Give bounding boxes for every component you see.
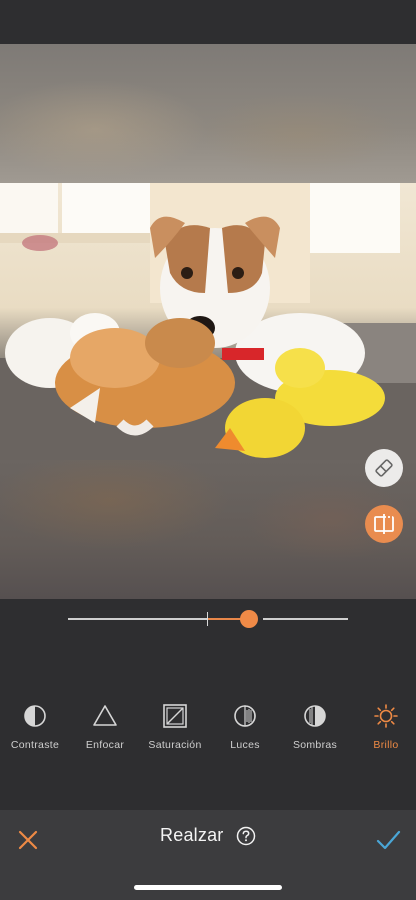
- bottom-action-bar: Realzar: [0, 810, 416, 900]
- eraser-icon: [375, 459, 393, 477]
- contrast-icon: [24, 705, 46, 727]
- adjustment-toolbar: Contraste Enfocar Saturación Luces Sombr…: [0, 700, 416, 751]
- dog-photo-illustration: [0, 183, 416, 460]
- title-group: Realzar: [0, 825, 416, 846]
- page-title: Realzar: [160, 825, 224, 845]
- tool-brillo[interactable]: Brillo: [351, 700, 416, 751]
- tool-saturacion[interactable]: Saturación: [140, 700, 210, 751]
- check-icon[interactable]: [374, 826, 402, 854]
- help-icon[interactable]: [236, 826, 256, 846]
- status-bar: [0, 0, 416, 44]
- blurred-background-top: [0, 44, 416, 183]
- tool-label: Brillo: [373, 739, 399, 751]
- tool-label: Enfocar: [85, 739, 125, 751]
- tool-sombras[interactable]: Sombras: [280, 700, 350, 751]
- eraser-button[interactable]: [365, 449, 403, 487]
- slider-thumb[interactable]: [240, 610, 258, 628]
- triangle-icon: [93, 705, 117, 726]
- blurred-background-bottom: [0, 460, 416, 599]
- tool-label: Contraste: [10, 739, 60, 751]
- sun-icon: [374, 704, 398, 728]
- tool-label: Luces: [230, 739, 260, 751]
- compare-icon: [374, 514, 394, 534]
- shadows-icon: [304, 705, 326, 727]
- slider-track-right: [263, 618, 348, 620]
- compare-button[interactable]: [365, 505, 403, 543]
- edited-photo[interactable]: [0, 183, 416, 460]
- tool-enfocar[interactable]: Enfocar: [70, 700, 140, 751]
- home-indicator[interactable]: [134, 885, 282, 890]
- tool-contraste[interactable]: Contraste: [0, 700, 70, 751]
- slider-center-mark: [207, 612, 208, 626]
- brightness-slider[interactable]: [68, 610, 348, 628]
- slider-track-left: [68, 618, 208, 620]
- highlights-icon: [234, 705, 256, 727]
- tool-label: Saturación: [148, 739, 202, 751]
- tool-luces[interactable]: Luces: [210, 700, 280, 751]
- saturation-icon: [163, 704, 187, 728]
- photo-canvas[interactable]: [0, 44, 416, 599]
- tool-label: Sombras: [292, 739, 338, 751]
